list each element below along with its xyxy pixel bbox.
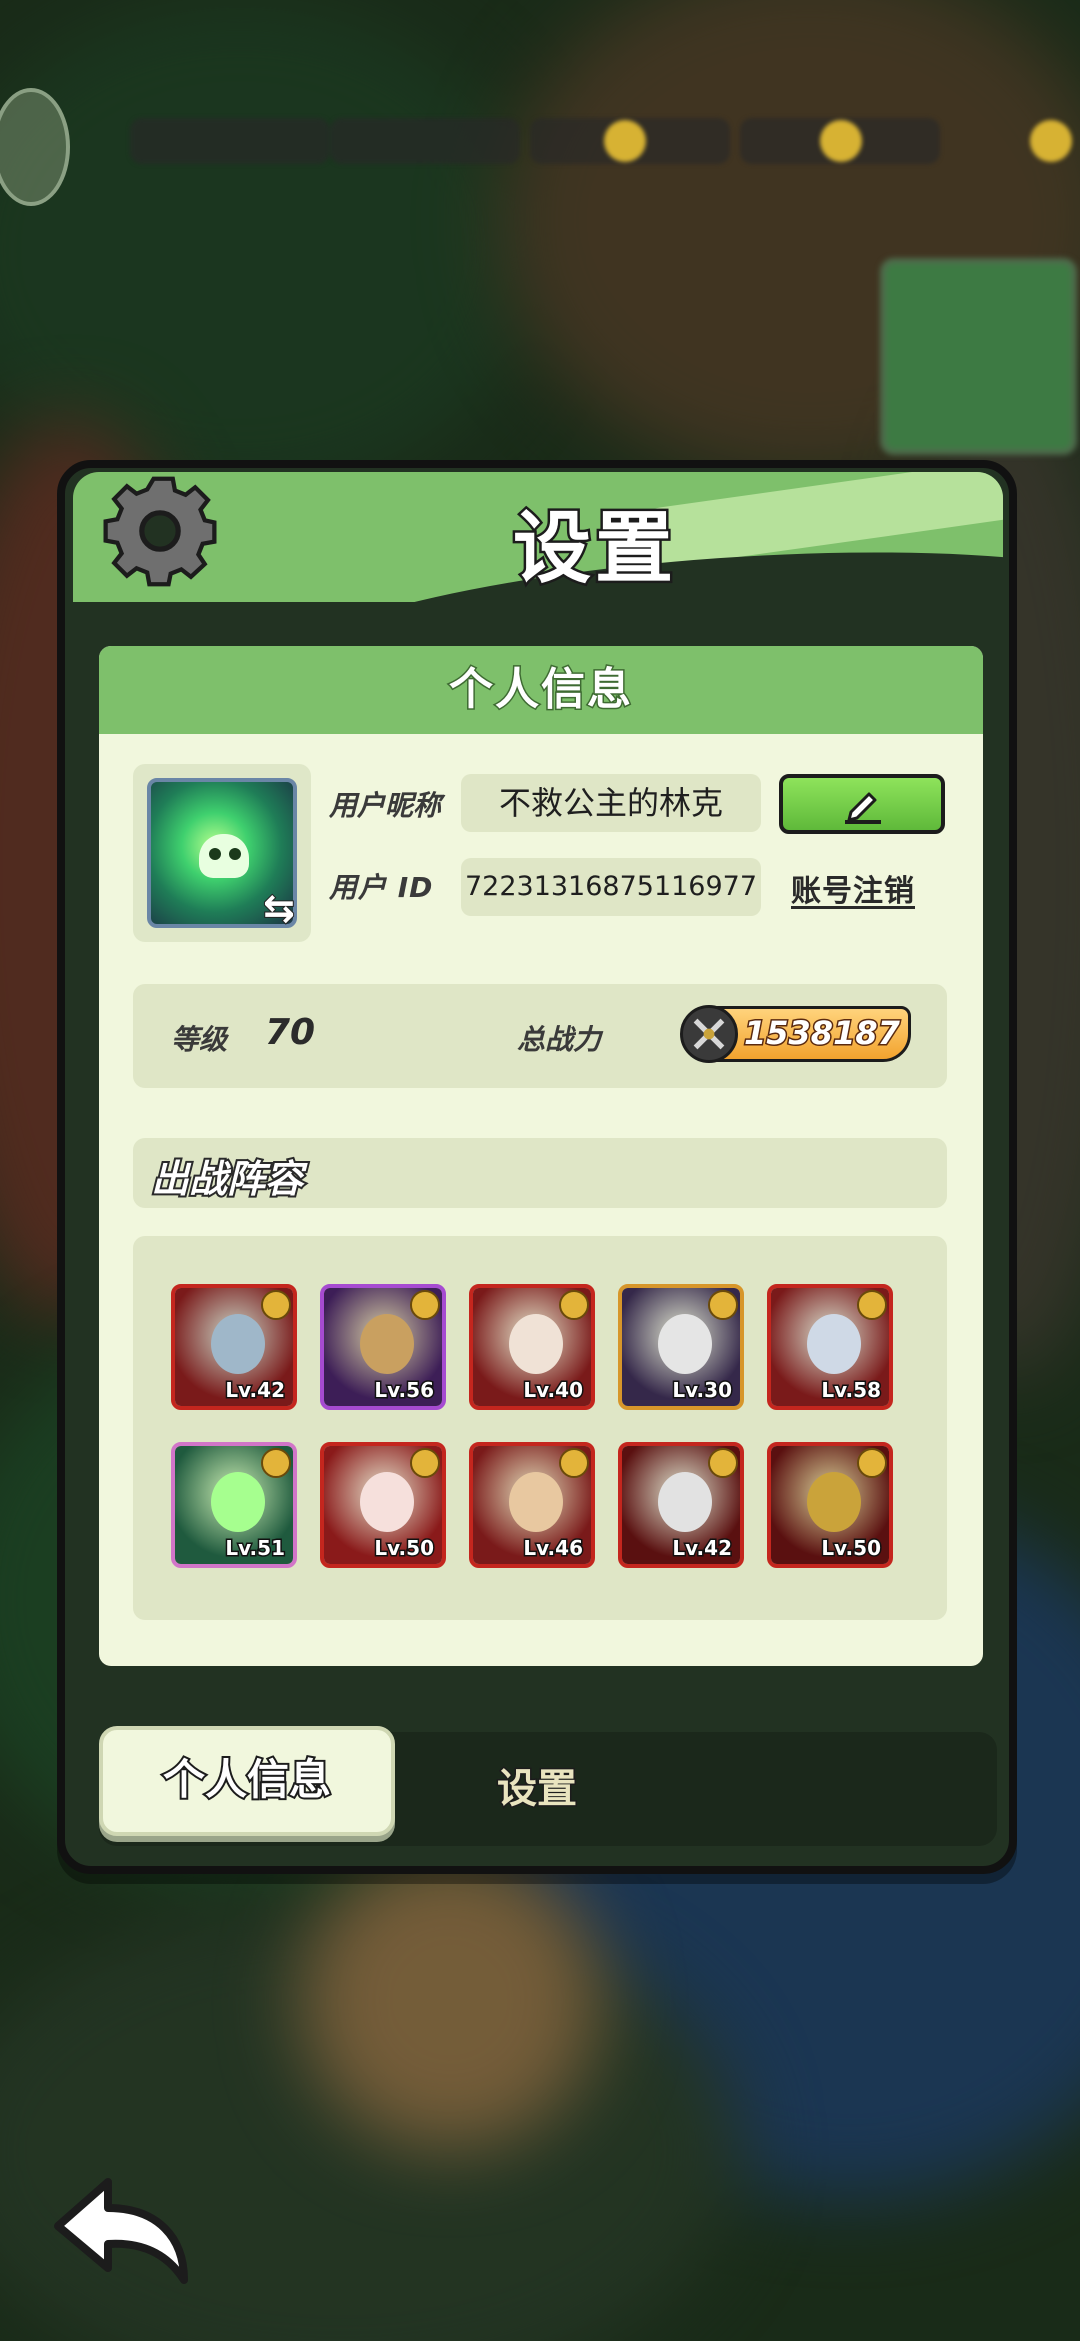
total-power-value: 1538187: [743, 1013, 902, 1054]
swap-arrows-icon[interactable]: ⇆: [262, 885, 296, 931]
hero-card[interactable]: Lv.50: [767, 1442, 893, 1568]
hero-face: [509, 1472, 563, 1532]
hero-level: Lv.50: [373, 1535, 436, 1562]
dialog-title: 设置: [510, 502, 677, 597]
hero-level: Lv.58: [820, 1377, 883, 1404]
total-power-badge: 1538187: [680, 1005, 911, 1063]
hero-class-icon: [857, 1448, 887, 1478]
hero-level: Lv.30: [671, 1377, 734, 1404]
hero-card[interactable]: Lv.40: [469, 1284, 595, 1410]
hud-round-button: [0, 88, 70, 206]
hero-face: [509, 1314, 563, 1374]
avatar-eye: [229, 848, 241, 860]
pencil-icon: [845, 792, 881, 824]
hero-card[interactable]: Lv.58: [767, 1284, 893, 1410]
avatar-container[interactable]: ⇆: [133, 764, 311, 942]
avatar-eye: [209, 848, 221, 860]
bottom-tab-bar: 个人信息 设置: [99, 1726, 997, 1846]
skull-spirit-icon: [199, 834, 249, 878]
hero-level: Lv.56: [373, 1377, 436, 1404]
hud-player-bar: [130, 118, 330, 164]
hero-class-icon: [410, 1448, 440, 1478]
tab-personal-info[interactable]: 个人信息: [99, 1726, 395, 1836]
crossed-swords-icon: [680, 1005, 738, 1063]
hero-class-icon: [261, 1448, 291, 1478]
settings-dialog: 设置 个人信息 ⇆ 用户昵称 不救公主的林克 用户 ID 72231316875…: [57, 460, 1017, 1874]
level-label: 等级: [171, 1023, 228, 1056]
hero-class-icon: [559, 1290, 589, 1320]
nickname-label: 用户昵称: [329, 789, 442, 822]
hero-class-icon: [261, 1290, 291, 1320]
avatar[interactable]: ⇆: [147, 778, 297, 931]
hero-level: Lv.51: [224, 1535, 287, 1562]
back-arrow-icon[interactable]: [48, 2168, 198, 2288]
hero-face: [211, 1314, 265, 1374]
hero-face: [658, 1314, 712, 1374]
stats-row: 等级 70 总战力 1538187: [133, 984, 947, 1088]
edit-nickname-button[interactable]: [779, 774, 945, 834]
hero-face: [658, 1472, 712, 1532]
tab-settings[interactable]: 设置: [437, 1732, 637, 1846]
coin-icon: [820, 120, 862, 162]
hero-card[interactable]: Lv.46: [469, 1442, 595, 1568]
coin-icon: [604, 120, 646, 162]
user-id-value: 72231316875116977: [461, 858, 761, 916]
lineup-title: 出战阵容: [149, 1155, 305, 1203]
hero-face: [807, 1472, 861, 1532]
lineup-grid: Lv.42 Lv.56 Lv.40 Lv.30 Lv.58 Lv.51 Lv.50 Lv.46…: [133, 1236, 947, 1620]
panel-title: 个人信息: [99, 646, 983, 734]
nickname-value: 不救公主的林克: [461, 774, 761, 832]
hero-class-icon: [708, 1290, 738, 1320]
hero-class-icon: [410, 1290, 440, 1320]
hero-card[interactable]: Lv.30: [618, 1284, 744, 1410]
hero-face: [360, 1472, 414, 1532]
hud-chip: [330, 118, 520, 164]
hero-class-icon: [708, 1448, 738, 1478]
gear-icon: [103, 476, 217, 587]
hero-level: Lv.40: [522, 1377, 585, 1404]
hero-class-icon: [559, 1448, 589, 1478]
hero-face: [807, 1314, 861, 1374]
hero-card[interactable]: Lv.51: [171, 1442, 297, 1568]
hero-card[interactable]: Lv.42: [171, 1284, 297, 1410]
hero-card[interactable]: Lv.50: [320, 1442, 446, 1568]
hero-face: [360, 1314, 414, 1374]
level-value: 70: [265, 1012, 316, 1053]
lineup-title-bar: 出战阵容: [133, 1138, 947, 1208]
account-deregister-link[interactable]: 账号注销: [791, 866, 915, 910]
hero-level: Lv.46: [522, 1535, 585, 1562]
hero-class-icon: [857, 1290, 887, 1320]
hero-card[interactable]: Lv.56: [320, 1284, 446, 1410]
personal-info-panel: 个人信息 ⇆ 用户昵称 不救公主的林克 用户 ID 72231316875116…: [99, 646, 983, 1666]
hero-level: Lv.42: [671, 1535, 734, 1562]
total-power-label: 总战力: [517, 1023, 602, 1056]
mini-map: [880, 258, 1077, 455]
user-id-label: 用户 ID: [329, 871, 434, 904]
hero-card[interactable]: Lv.42: [618, 1442, 744, 1568]
hero-face: [211, 1472, 265, 1532]
hero-level: Lv.42: [224, 1377, 287, 1404]
hero-level: Lv.50: [820, 1535, 883, 1562]
coin-icon: [1030, 120, 1072, 162]
